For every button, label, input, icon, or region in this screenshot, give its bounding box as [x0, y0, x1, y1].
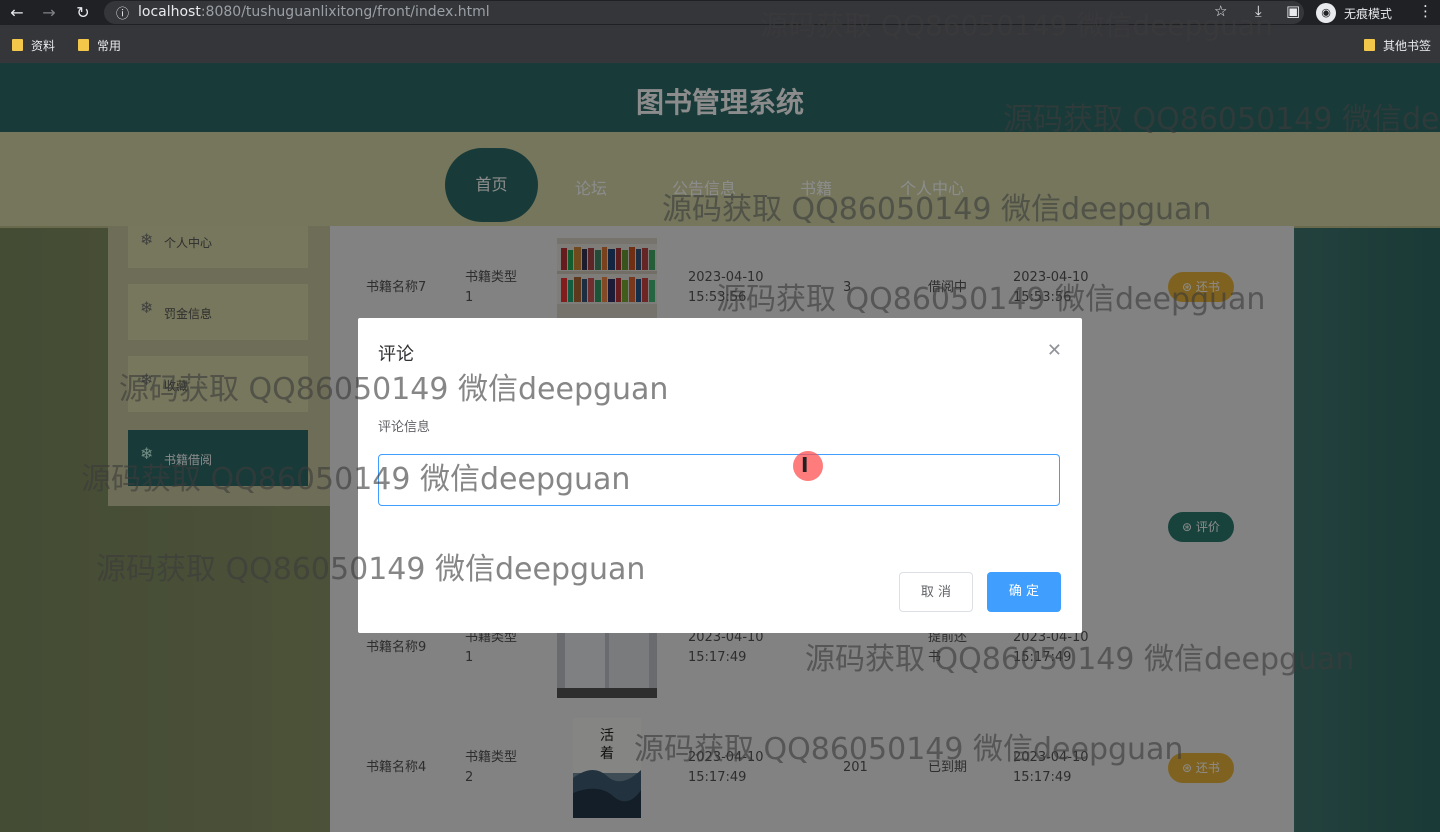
- star-icon[interactable]: ☆: [1214, 2, 1227, 20]
- dialog-title: 评论: [378, 344, 414, 365]
- incognito-icon: ◉: [1316, 3, 1336, 23]
- reload-icon[interactable]: ↻: [72, 2, 94, 24]
- comment-dialog: 评论 ✕ 评论信息 取 消 确 定: [358, 318, 1082, 633]
- download-icon[interactable]: ⤓: [1255, 2, 1262, 20]
- text-cursor-icon: I: [801, 453, 809, 477]
- url-text: localhost:8080/tushuguanlixitong/front/i…: [138, 4, 490, 20]
- incognito-label: 无痕模式: [1344, 7, 1393, 21]
- folder-icon: [12, 39, 23, 51]
- bookmark-folder-1[interactable]: 常用: [78, 37, 121, 54]
- comment-label: 评论信息: [378, 420, 431, 435]
- sidepanel-icon[interactable]: ▣: [1286, 2, 1300, 20]
- menu-icon[interactable]: ⋮: [1418, 2, 1433, 20]
- folder-icon: [1364, 39, 1375, 51]
- cancel-button[interactable]: 取 消: [899, 572, 973, 612]
- site-info-icon[interactable]: ⓘ: [116, 3, 129, 22]
- browser-toolbar: ← → ↻ ⓘ localhost:8080/tushuguanlixitong…: [0, 0, 1440, 25]
- address-bar[interactable]: ⓘ localhost:8080/tushuguanlixitong/front…: [104, 1, 1304, 24]
- comment-input[interactable]: [378, 454, 1060, 506]
- bookmark-folder-0[interactable]: 资料: [12, 37, 55, 54]
- confirm-button[interactable]: 确 定: [987, 572, 1061, 612]
- bookmarks-bar: 资料 常用 其他书签: [0, 25, 1440, 63]
- folder-icon: [78, 39, 89, 51]
- forward-icon[interactable]: →: [38, 2, 60, 24]
- close-icon[interactable]: ✕: [1047, 340, 1062, 361]
- back-icon[interactable]: ←: [6, 2, 28, 24]
- other-bookmarks[interactable]: 其他书签: [1364, 37, 1431, 54]
